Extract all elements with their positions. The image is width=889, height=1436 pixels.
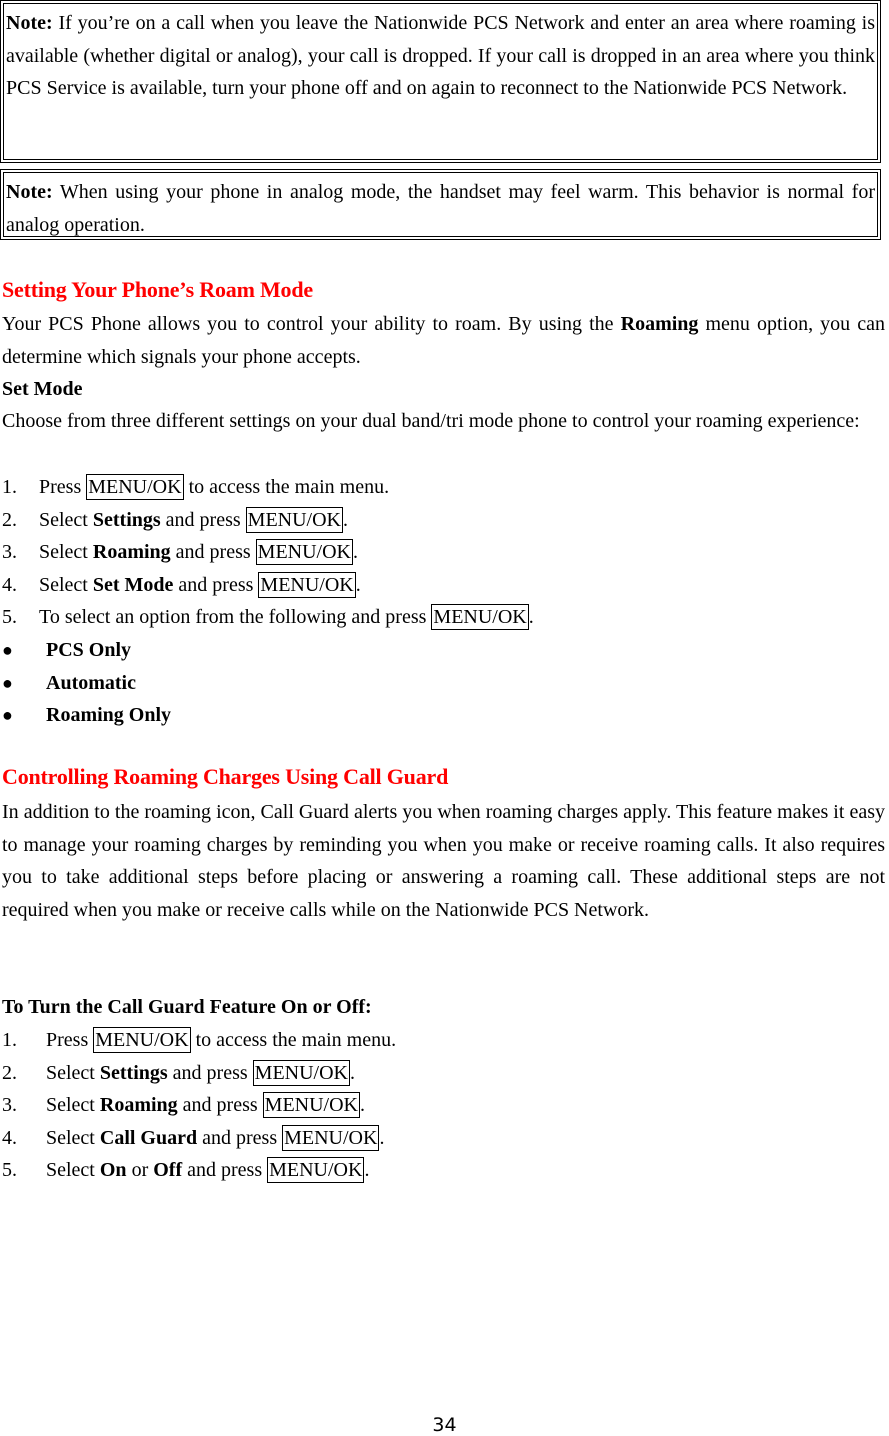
roam-mode-options: ● PCS Only ● Automatic ● Roaming Only: [2, 634, 171, 732]
step-text: and press: [167, 1061, 253, 1084]
step-text: Select: [39, 573, 93, 596]
step-item: 3. Select Roaming and press MENU/OK.: [2, 536, 534, 569]
step-text: .: [355, 573, 361, 596]
step-text: .: [364, 1159, 370, 1181]
option-label: Roaming Only: [46, 704, 172, 726]
step-text: Select: [46, 1094, 100, 1116]
note-box-analog-warm: Note: When using your phone in analog mo…: [0, 169, 881, 240]
note-text: When using your phone in analog mode, th…: [6, 181, 875, 236]
step-number: 5.: [2, 606, 17, 628]
option-pcs-only: ● PCS Only: [2, 634, 171, 667]
step-text: .: [343, 508, 348, 531]
menu-term: Settings: [92, 508, 161, 531]
page-number: 34: [432, 1414, 457, 1436]
menu-ok-key: MENU/OK: [86, 474, 184, 500]
step-text: and press: [170, 541, 256, 563]
step-text: .: [350, 1061, 355, 1084]
step-text: .: [379, 1126, 385, 1149]
step-text: Select: [46, 1126, 100, 1149]
step-text: Select: [39, 508, 93, 531]
step-number: 3.: [2, 541, 17, 563]
step-item: 4. Select Set Mode and press MENU/OK.: [2, 569, 534, 602]
step-number: 3.: [2, 1094, 17, 1116]
bullet-icon: ●: [2, 705, 13, 725]
step-item: 2. Select Settings and press MENU/OK.: [2, 1057, 396, 1090]
step-text: and press: [197, 1126, 283, 1149]
set-mode-subheading: Set Mode: [2, 378, 83, 400]
menu-term: Call Guard: [99, 1126, 198, 1149]
section-heading-call-guard: Controlling Roaming Charges Using Call G…: [2, 764, 449, 789]
menu-term: Off: [153, 1159, 183, 1181]
menu-ok-key: MENU/OK: [262, 1092, 360, 1118]
menu-ok-key: MENU/OK: [93, 1027, 191, 1053]
section-heading-roam-mode: Setting Your Phone’s Roam Mode: [2, 277, 313, 302]
choose-text: Choose from three different settings on …: [2, 410, 860, 432]
step-text: .: [353, 541, 358, 563]
menu-ok-key: MENU/OK: [431, 604, 529, 630]
step-text: Press: [39, 476, 87, 498]
step-text: and press: [173, 573, 259, 596]
step-number: 4.: [2, 573, 17, 596]
step-item: 3. Select Roaming and press MENU/OK.: [2, 1089, 396, 1122]
step-number: 5.: [2, 1159, 17, 1181]
call-guard-steps: 1. Press MENU/OK to access the main menu.…: [2, 1024, 396, 1187]
step-number: 2.: [2, 508, 17, 531]
menu-ok-key: MENU/OK: [267, 1157, 365, 1183]
menu-ok-key: MENU/OK: [252, 1059, 350, 1086]
option-roaming-only: ● Roaming Only: [2, 699, 171, 732]
bullet-icon: ●: [2, 672, 13, 693]
step-text: To select an option from the following a…: [39, 606, 432, 628]
step-text: Select: [46, 1061, 100, 1084]
step-text: and press: [177, 1094, 263, 1116]
step-text: and press: [160, 508, 246, 531]
call-guard-paragraph: In addition to the roaming icon, Call Gu…: [2, 801, 885, 921]
step-number: 4.: [2, 1126, 17, 1149]
step-item: 4. Select Call Guard and press MENU/OK.: [2, 1122, 396, 1155]
bullet-icon: ●: [2, 640, 13, 660]
roaming-menu-term: Roaming: [620, 313, 699, 335]
menu-term: On: [99, 1159, 127, 1181]
menu-term: Roaming: [99, 1094, 178, 1116]
step-text: Press: [46, 1029, 94, 1051]
option-label: PCS Only: [46, 639, 132, 661]
menu-term: Settings: [99, 1061, 168, 1084]
menu-ok-key: MENU/OK: [255, 539, 353, 565]
step-item: 5. To select an option from the following…: [2, 601, 534, 634]
menu-ok-key: MENU/OK: [282, 1124, 380, 1151]
step-text: or: [126, 1159, 154, 1181]
step-number: 1.: [2, 1029, 17, 1051]
note-text: If you’re on a call when you leave the N…: [6, 12, 875, 99]
step-text: .: [360, 1094, 365, 1116]
step-text: Select: [39, 541, 93, 563]
menu-term: Roaming: [92, 541, 171, 563]
step-text: to access the main menu.: [190, 1029, 397, 1051]
menu-term: Set Mode: [92, 573, 174, 596]
step-text: .: [528, 606, 534, 628]
option-automatic: ● Automatic: [2, 667, 171, 700]
note-box-roaming-drop: Note: If you’re on a call when you leave…: [0, 0, 881, 163]
step-text: and press: [182, 1159, 268, 1181]
call-guard-subheading: To Turn the Call Guard Feature On or Off…: [2, 996, 372, 1018]
step-item: 2. Select Settings and press MENU/OK.: [2, 504, 534, 537]
roam-mode-intro: Your PCS Phone allows you to control you…: [2, 308, 885, 373]
step-text: to access the main menu.: [183, 476, 390, 498]
step-item: 1. Press MENU/OK to access the main menu.: [2, 471, 534, 504]
menu-ok-key: MENU/OK: [258, 571, 356, 598]
note-label: Note:: [6, 12, 53, 34]
step-number: 1.: [2, 476, 17, 498]
note-label: Note:: [6, 181, 53, 203]
menu-ok-key: MENU/OK: [245, 506, 343, 533]
step-item: 5. Select On or Off and press MENU/OK.: [2, 1154, 396, 1187]
step-text: Select: [46, 1159, 100, 1181]
intro-text: Your PCS Phone allows you to control you…: [2, 313, 621, 335]
option-label: Automatic: [46, 671, 136, 694]
step-item: 1. Press MENU/OK to access the main menu.: [2, 1024, 396, 1057]
roam-mode-steps: 1. Press MENU/OK to access the main menu.…: [2, 471, 534, 634]
step-number: 2.: [2, 1061, 17, 1084]
